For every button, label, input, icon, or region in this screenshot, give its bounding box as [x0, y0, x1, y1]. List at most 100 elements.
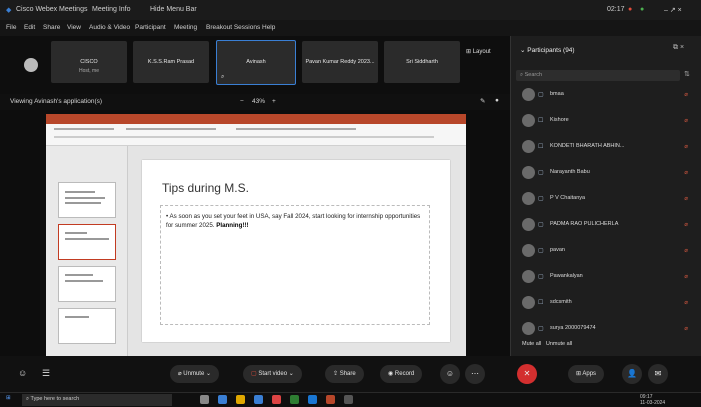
menu-edit[interactable]: Edit	[24, 24, 35, 31]
muted-mic-icon[interactable]: ⌀	[684, 117, 688, 124]
muted-mic-icon[interactable]: ⌀	[684, 247, 688, 254]
avatar	[522, 322, 535, 335]
avatar	[522, 244, 535, 257]
menu-view[interactable]: View	[67, 24, 81, 31]
record-button[interactable]: ◉ Record	[380, 365, 423, 383]
participant-row[interactable]: ☐ Kishore ⌀	[516, 111, 694, 131]
video-icon: ▢	[538, 326, 544, 332]
participant-row[interactable]: ☐ sdcsmith ⌀	[516, 293, 694, 313]
tile-name: Sri Siddharth	[406, 59, 438, 65]
menu-bar: File Edit Share View Audio & Video Parti…	[0, 20, 701, 36]
slide-bullet[interactable]: • As soon as you set your feet in USA, s…	[166, 213, 424, 230]
share-button[interactable]: ⇪ Share	[325, 365, 364, 383]
video-tile[interactable]: CISCO Host, me	[51, 41, 127, 83]
reaction-button[interactable]: ☺	[440, 364, 460, 384]
share-icon: ⇪	[333, 371, 340, 377]
muted-mic-icon[interactable]: ⌀	[684, 143, 688, 150]
avatar	[522, 140, 535, 153]
annotate-icon[interactable]: ✎	[480, 97, 485, 105]
slide-thumbnail[interactable]	[58, 182, 116, 218]
layout-label: Layout	[472, 49, 491, 55]
slide-thumbnail[interactable]	[58, 266, 116, 302]
unmute-button[interactable]: ⌀ Unmute ⌄	[170, 365, 219, 383]
tile-name: Avinash	[246, 59, 266, 65]
hide-menu-bar-button[interactable]: Hide Menu Bar	[150, 6, 197, 13]
video-icon: ▢	[538, 248, 544, 254]
menu-participant[interactable]: Participant	[135, 24, 166, 31]
participant-row[interactable]: ▢ P V Chaitanya ⌀	[516, 189, 694, 209]
video-tile[interactable]: Pavan Kumar Reddy 2023...	[302, 41, 378, 83]
video-tile[interactable]: Sri Siddharth	[384, 41, 460, 83]
layout-button[interactable]: ⊞ Layout	[466, 48, 491, 55]
avatar	[522, 296, 535, 309]
zoom-out-button[interactable]: −	[240, 98, 244, 105]
file-explorer-icon[interactable]	[236, 395, 245, 404]
edge-icon[interactable]	[218, 395, 227, 404]
menu-audio-video[interactable]: Audio & Video	[89, 24, 130, 31]
slide-thumbnail-selected[interactable]	[58, 224, 116, 260]
participant-row[interactable]: ☐ KONDETI BHARATH ABHIN... ⌀	[516, 137, 694, 157]
muted-mic-icon[interactable]: ⌀	[684, 169, 688, 176]
menu-meeting[interactable]: Meeting	[174, 24, 197, 31]
share-status-bar: Viewing Avinash's application(s) − 43% +…	[0, 94, 510, 110]
zoom-in-button[interactable]: +	[272, 98, 276, 105]
more-options-button[interactable]: ⋯	[465, 364, 485, 384]
participant-row[interactable]: ▢ pavan ⌀	[516, 241, 694, 261]
recording-dot-icon: ●	[628, 6, 633, 13]
mic-icon: ⌕	[221, 74, 225, 80]
meeting-info-button[interactable]: Meeting Info	[92, 6, 131, 13]
app-icon[interactable]	[344, 395, 353, 404]
task-view-icon[interactable]	[200, 395, 209, 404]
windows-start-icon[interactable]: ⊞	[6, 395, 11, 401]
zoom-level[interactable]: 43%	[252, 98, 265, 105]
window-controls[interactable]: – ↗ ×	[664, 6, 682, 14]
menu-file[interactable]: File	[6, 24, 16, 31]
menu-breakout-sessions[interactable]: Breakout Sessions	[206, 24, 260, 31]
phone-icon: ☐	[538, 118, 544, 124]
participant-row[interactable]: ▢ Pawankalyan ⌀	[516, 267, 694, 287]
slide-title[interactable]: Tips during M.S.	[162, 181, 249, 195]
muted-mic-icon[interactable]: ⌀	[684, 299, 688, 306]
muted-mic-icon[interactable]: ⌀	[684, 325, 688, 332]
slide-thumbnail[interactable]	[58, 308, 116, 344]
video-tile-active-speaker[interactable]: Avinash ⌕	[216, 40, 296, 85]
menu-share[interactable]: Share	[43, 24, 60, 31]
tile-subtitle: Host, me	[78, 68, 99, 74]
taskbar-date: 11-03-2024	[640, 400, 666, 406]
store-icon[interactable]	[254, 395, 263, 404]
panel-controls[interactable]: ⧉ ×	[673, 44, 684, 52]
webex-taskbar-icon[interactable]	[308, 395, 317, 404]
participant-search-input[interactable]: ⌕ Search	[516, 70, 680, 81]
avatar	[522, 88, 535, 101]
chrome-icon[interactable]	[272, 395, 281, 404]
menu-help[interactable]: Help	[262, 24, 275, 31]
reactions-icon[interactable]: ☺	[18, 368, 27, 378]
viewing-label: Viewing Avinash's application(s)	[10, 98, 103, 105]
participant-row[interactable]: ▢ Narayanth Babu ⌀	[516, 163, 694, 183]
title-bar: ◆ Cisco Webex Meetings Meeting Info Hide…	[0, 0, 701, 20]
security-shield-icon: ●	[640, 6, 645, 13]
apps-button[interactable]: ⊞ Apps	[568, 365, 605, 383]
participant-row[interactable]: ▢ bmaa ⌀	[516, 85, 694, 105]
participant-row[interactable]: ▢ surya 2000079474 ⌀	[516, 319, 694, 339]
muted-mic-icon[interactable]: ⌀	[684, 221, 688, 228]
start-video-button[interactable]: ▢ Start video ⌄	[243, 365, 302, 383]
mute-all-button[interactable]: Mute all	[522, 341, 541, 347]
unmute-all-button[interactable]: Unmute all	[546, 341, 572, 347]
sort-icon[interactable]: ⇅	[684, 70, 690, 78]
chat-button[interactable]: ✉	[648, 364, 668, 384]
video-tile[interactable]: K.S.S.Ram Prasad	[133, 41, 209, 83]
muted-mic-icon[interactable]: ⌀	[684, 273, 688, 280]
participants-button[interactable]: 👤	[622, 364, 642, 384]
muted-mic-icon[interactable]: ⌀	[684, 91, 688, 98]
leave-meeting-button[interactable]: ✕	[517, 364, 537, 384]
control-icon[interactable]: ●	[495, 97, 499, 104]
app-icon[interactable]	[290, 395, 299, 404]
muted-mic-icon[interactable]: ⌀	[684, 195, 688, 202]
tile-name: CISCO	[80, 59, 98, 65]
participant-row[interactable]: ▢ PADMA RAO PULICHERLA ⌀	[516, 215, 694, 235]
avatar	[522, 270, 535, 283]
taskbar-search-input[interactable]: ⌕ Type here to search	[22, 394, 172, 406]
powerpoint-taskbar-icon[interactable]	[326, 395, 335, 404]
captions-icon[interactable]: ☰	[42, 368, 50, 379]
